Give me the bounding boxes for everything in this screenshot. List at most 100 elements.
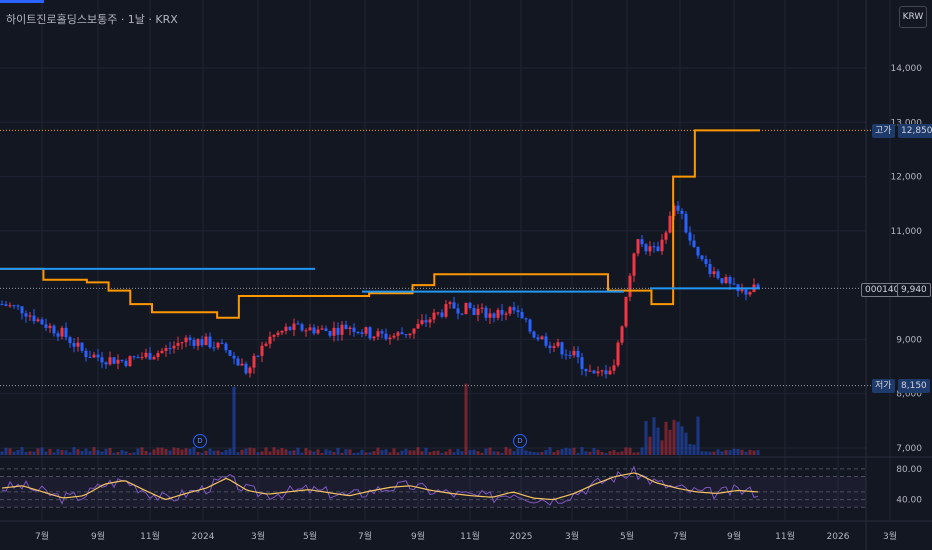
candle-body bbox=[44, 324, 48, 328]
volume-bar bbox=[160, 447, 164, 455]
volume-bar bbox=[732, 448, 736, 455]
candle-body bbox=[588, 370, 592, 372]
volume-bar bbox=[108, 448, 112, 455]
volume-bar bbox=[752, 450, 756, 455]
candle-body bbox=[656, 246, 660, 252]
volume-bar bbox=[416, 447, 420, 455]
volume-bar bbox=[152, 449, 156, 455]
candle-body bbox=[360, 332, 364, 334]
volume-bar bbox=[324, 449, 328, 455]
candle-body bbox=[184, 337, 188, 343]
candle-body bbox=[616, 342, 620, 366]
volume-bar bbox=[660, 440, 664, 455]
volume-bar bbox=[252, 448, 256, 455]
currency-button[interactable]: KRW bbox=[899, 6, 927, 28]
volume-bar bbox=[136, 448, 140, 455]
candle-body bbox=[84, 350, 88, 358]
rsi-axis-label: 80.00 bbox=[896, 465, 922, 475]
volume-bar bbox=[240, 449, 244, 455]
candle-body bbox=[652, 246, 656, 248]
volume-bar bbox=[368, 452, 372, 455]
candle-body bbox=[412, 328, 416, 334]
candle-body bbox=[524, 318, 528, 320]
volume-bar bbox=[556, 450, 560, 455]
candle-body bbox=[624, 296, 628, 327]
volume-bar bbox=[116, 452, 120, 455]
volume-bar bbox=[600, 452, 604, 455]
high-value-tag: 12,850 bbox=[898, 124, 932, 138]
candle-body bbox=[376, 331, 380, 337]
candle-body bbox=[220, 342, 224, 344]
candle-body bbox=[328, 331, 332, 336]
candle-body bbox=[500, 309, 504, 315]
volume-bar bbox=[212, 450, 216, 455]
volume-bar bbox=[80, 450, 84, 455]
candle-body bbox=[448, 302, 452, 305]
volume-bar bbox=[344, 449, 348, 455]
candle-body bbox=[56, 333, 60, 337]
volume-bar bbox=[156, 447, 160, 455]
volume-bar bbox=[520, 448, 524, 455]
candle-body bbox=[572, 350, 576, 356]
candle-body bbox=[112, 357, 116, 364]
chart-title[interactable]: 하이트진로홀딩스보통주 · 1날 · KRX bbox=[6, 11, 178, 27]
volume-bar bbox=[736, 448, 740, 455]
candle-body bbox=[576, 350, 580, 358]
candle-body bbox=[144, 352, 148, 358]
candle-body bbox=[492, 313, 496, 318]
candle-body bbox=[456, 308, 460, 314]
volume-bar bbox=[292, 450, 296, 455]
high-label-tag: 고가 bbox=[872, 124, 895, 138]
volume-bar bbox=[20, 447, 24, 455]
candle-body bbox=[612, 365, 616, 371]
volume-bar bbox=[448, 449, 452, 455]
candle-body bbox=[552, 346, 556, 348]
volume-bar bbox=[148, 452, 152, 455]
volume-bar bbox=[296, 447, 300, 455]
volume-bar bbox=[64, 450, 68, 455]
volume-bar bbox=[680, 426, 684, 455]
candle-body bbox=[520, 312, 524, 319]
candle-body bbox=[4, 304, 8, 306]
low-label-tag: 저가 bbox=[872, 379, 895, 393]
volume-bar bbox=[412, 450, 416, 455]
volume-bar bbox=[268, 451, 272, 455]
candle-body bbox=[344, 324, 348, 330]
candle-body bbox=[420, 320, 424, 325]
volume-bar bbox=[16, 450, 20, 455]
volume-bar bbox=[640, 447, 644, 455]
volume-bar bbox=[552, 452, 556, 455]
dividend-marker[interactable]: D bbox=[193, 434, 207, 448]
volume-bar bbox=[740, 449, 744, 455]
candle-body bbox=[88, 357, 92, 359]
price-axis-label: 7,000 bbox=[896, 444, 922, 454]
volume-bar bbox=[636, 452, 640, 455]
volume-bar bbox=[604, 452, 608, 455]
volume-bar bbox=[672, 419, 676, 455]
candle-body bbox=[516, 310, 520, 313]
candle-body bbox=[124, 360, 128, 366]
volume-bar bbox=[428, 451, 432, 455]
candle-body bbox=[436, 312, 440, 314]
volume-bar bbox=[336, 447, 340, 455]
dividend-marker[interactable]: D bbox=[513, 434, 527, 448]
volume-bar bbox=[756, 450, 760, 455]
candle-body bbox=[172, 345, 176, 349]
volume-bar bbox=[516, 448, 520, 455]
volume-bar bbox=[236, 452, 240, 455]
indicator-lines bbox=[0, 129, 872, 387]
candle-body bbox=[96, 354, 100, 358]
volume-bar bbox=[504, 447, 508, 455]
candle-body bbox=[332, 327, 336, 336]
candle-body bbox=[80, 342, 84, 351]
candle-body bbox=[200, 339, 204, 346]
volume-bar bbox=[284, 449, 288, 455]
volume-bar bbox=[232, 386, 236, 455]
candle-body bbox=[348, 327, 352, 330]
candle-body bbox=[408, 333, 412, 336]
volume-bar bbox=[508, 448, 512, 455]
price-chart[interactable]: 14,00013,00012,00011,0009,0008,0007,0007… bbox=[0, 0, 932, 550]
candle-body bbox=[132, 356, 136, 358]
volume-bar bbox=[456, 449, 460, 455]
volume-bar bbox=[180, 449, 184, 455]
